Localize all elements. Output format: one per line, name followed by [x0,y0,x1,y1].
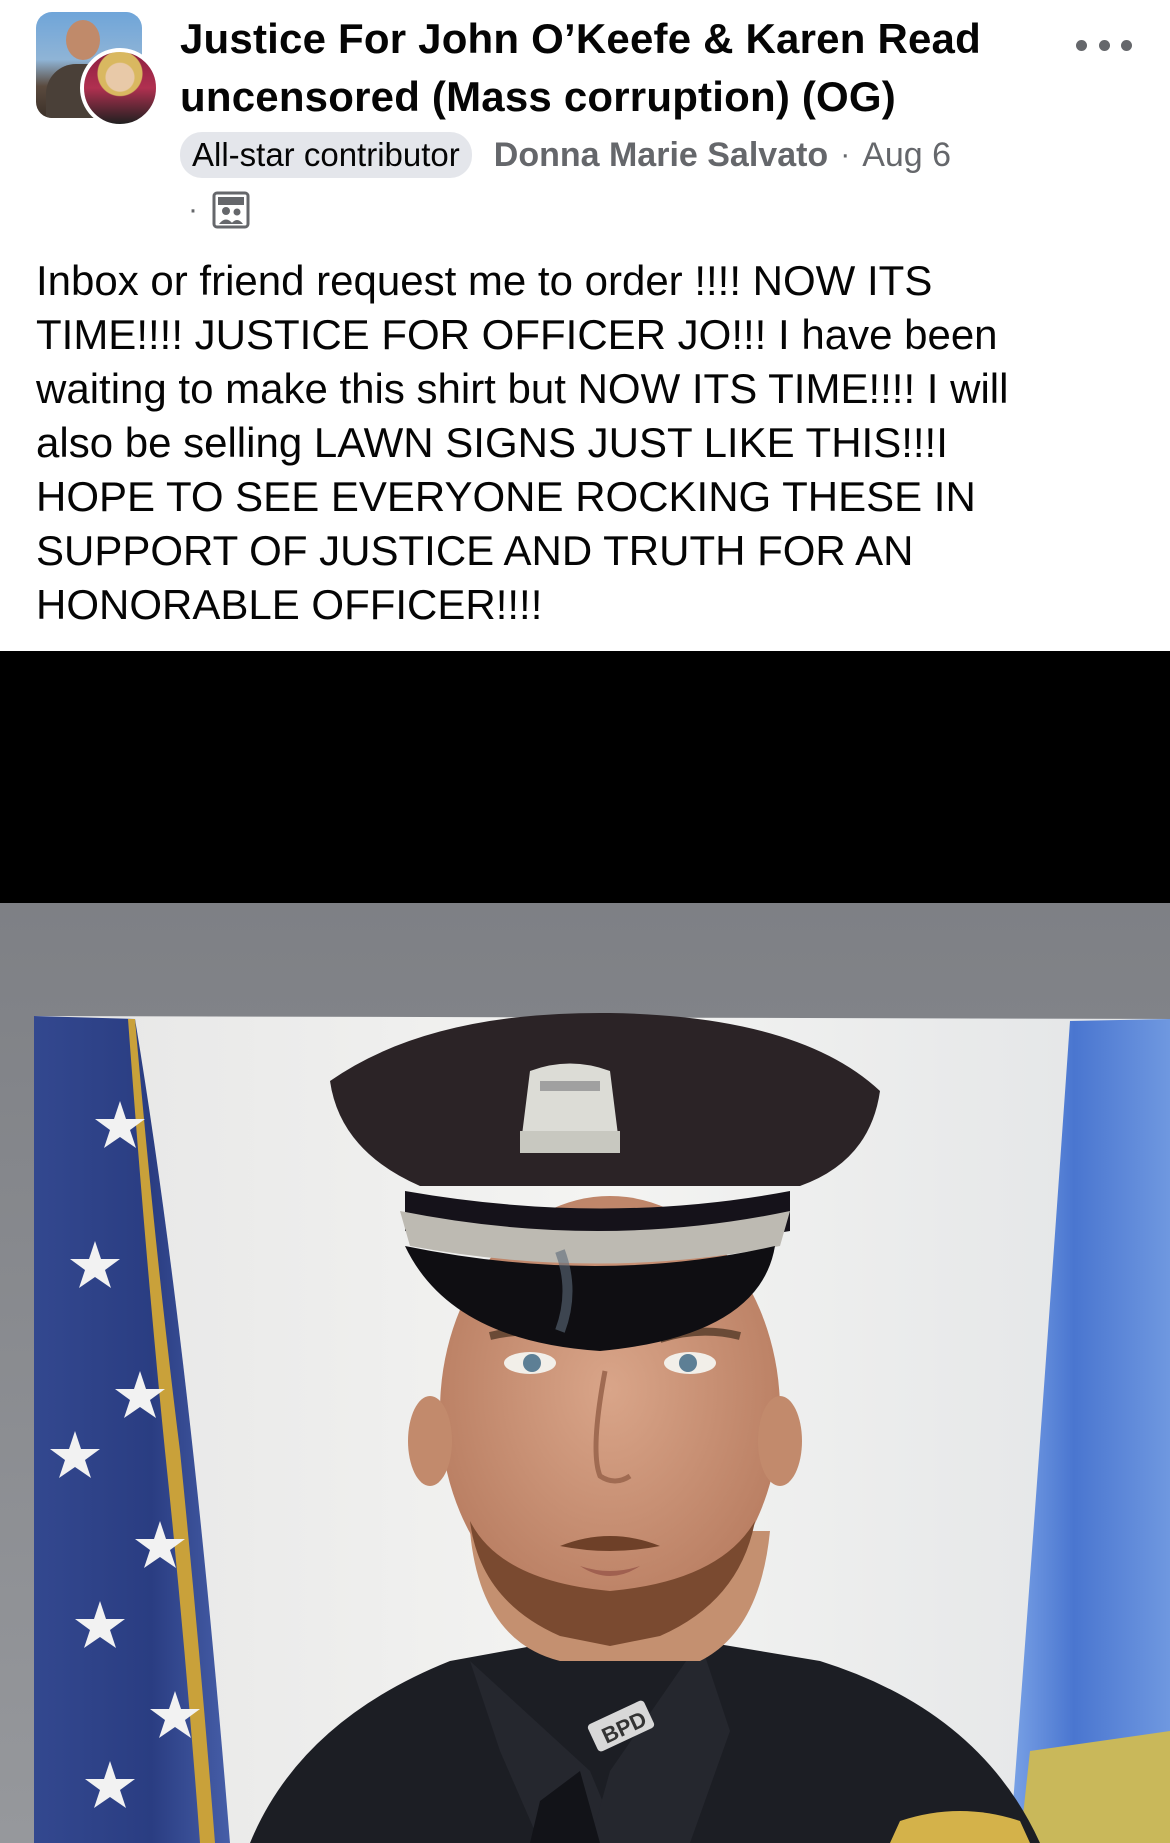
meta-dot: · [188,193,198,226]
post-privacy-row: · [188,188,250,232]
post-photo[interactable]: BPD [0,651,1170,1843]
group-avatar[interactable] [36,12,160,128]
post-text-line: HOPE TO SEE EVERYONE ROCKING THESE IN [36,473,976,520]
post-text-line: SUPPORT OF JUSTICE AND TRUTH FOR AN [36,527,914,574]
all-star-contributor-badge[interactable]: All-star contributor [180,132,472,178]
meta-separator: · [840,138,851,171]
post-text-line: also be selling LAWN SIGNS JUST LIKE THI… [36,419,948,466]
post-timestamp[interactable]: Aug 6 [862,136,951,175]
post-body-text: Inbox or friend request me to order !!!!… [36,254,1146,632]
group-name-link[interactable]: Justice For John O’Keefe & Karen Read un… [180,10,1060,126]
post-text-line: TIME!!!! JUSTICE FOR OFFICER JO!!! I hav… [36,311,998,358]
members-group-icon[interactable] [212,191,250,229]
post-text-line: HONORABLE OFFICER!!!! [36,581,543,628]
more-options-icon[interactable] [1076,28,1132,62]
post-text-line: Inbox or friend request me to order !!!!… [36,257,933,304]
group-name-line1: Justice For John O’Keefe & Karen Read [180,15,981,62]
cap-badge [520,1063,620,1153]
group-name-line2: uncensored (Mass corruption) (OG) [180,73,896,120]
post-text-line: waiting to make this shirt but NOW ITS T… [36,365,1009,412]
officer-portrait-image: BPD [0,651,1170,1843]
author-name-link[interactable]: Donna Marie Salvato [494,136,828,175]
post-header: Justice For John O’Keefe & Karen Read un… [0,0,1170,245]
author-avatar[interactable] [80,48,160,128]
post-meta: All-star contributor Donna Marie Salvato… [180,130,951,180]
